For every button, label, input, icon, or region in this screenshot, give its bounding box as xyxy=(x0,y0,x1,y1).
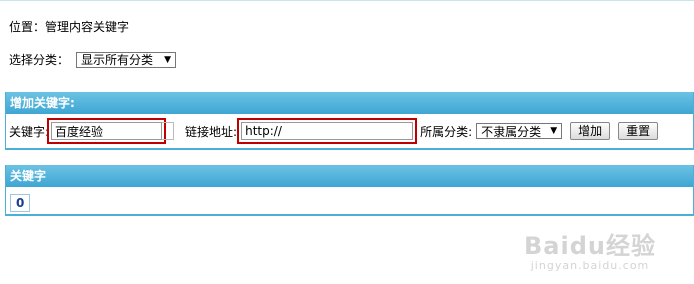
keyword-input-edge xyxy=(162,122,175,140)
category-select-value: 不隶属分类 xyxy=(481,124,542,139)
link-input[interactable] xyxy=(237,118,418,144)
reset-button[interactable]: 重置 xyxy=(618,122,659,140)
keyword-list-panel: 关键字 0 xyxy=(5,165,694,216)
category-filter-select[interactable]: 显示所有分类 ▼ xyxy=(76,51,177,68)
top-divider xyxy=(0,0,694,1)
baidu-watermark: Baidu经验 jingyan.baidu.com xyxy=(524,226,656,272)
category-filter: 选择分类： 显示所有分类 ▼ xyxy=(9,51,177,68)
category-filter-label: 选择分类： xyxy=(9,53,70,67)
dropdown-arrow-icon: ▼ xyxy=(164,54,172,65)
keyword-input[interactable] xyxy=(47,118,167,144)
link-label: 链接地址: xyxy=(185,124,238,139)
keyword-count-badge: 0 xyxy=(10,194,31,212)
category-select[interactable]: 不隶属分类 ▼ xyxy=(476,123,563,139)
add-button[interactable]: 增加 xyxy=(570,122,611,140)
dropdown-arrow-icon: ▼ xyxy=(550,126,558,136)
category-label: 所属分类: xyxy=(420,124,473,139)
keyword-label: 关键字: xyxy=(9,124,50,139)
breadcrumb: 位置：管理内容关键字 xyxy=(9,20,130,34)
add-keyword-panel-title: 增加关键字: xyxy=(6,92,693,114)
keyword-list-panel-title: 关键字 xyxy=(6,165,693,187)
watermark-logo: Baidu经验 xyxy=(524,232,656,260)
category-filter-value: 显示所有分类 xyxy=(81,53,154,67)
add-keyword-panel: 增加关键字: 关键字: 链接地址: 所属分类: 不隶属分类 ▼ 增加 重置 xyxy=(5,92,694,150)
add-keyword-form: 关键字: 链接地址: 所属分类: 不隶属分类 ▼ 增加 重置 xyxy=(9,118,689,144)
watermark-url: jingyan.baidu.com xyxy=(530,259,650,272)
